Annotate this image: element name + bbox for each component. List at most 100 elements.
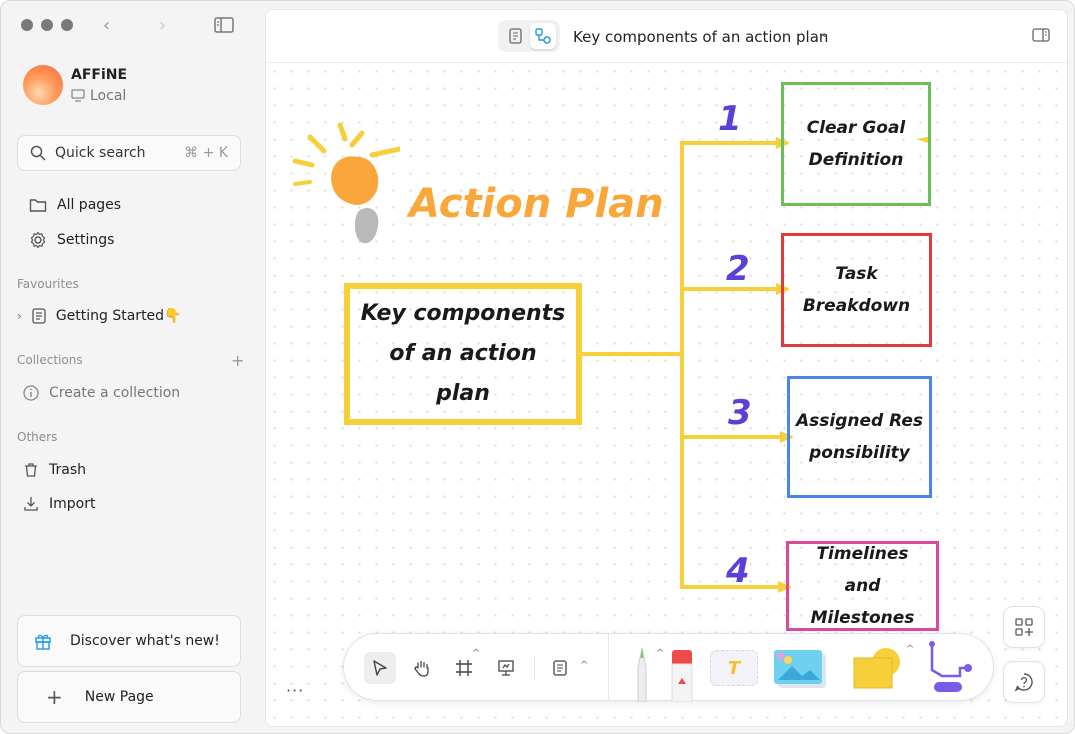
trash-icon bbox=[25, 463, 37, 477]
pointer-icon bbox=[373, 660, 387, 676]
gear-icon bbox=[30, 231, 46, 249]
app-window: ‹ › AFFiNE Local Quick search ⌘ + K All … bbox=[0, 0, 1075, 734]
branch-node-label: Timelines and Milestones bbox=[810, 544, 915, 628]
sidebar-item-import[interactable]: Import bbox=[23, 496, 95, 512]
chevron-right-icon[interactable]: › bbox=[17, 309, 22, 323]
sidebar-item-label: Settings bbox=[57, 232, 115, 248]
document-title[interactable]: Key components of an action plan bbox=[573, 28, 828, 46]
gift-icon bbox=[35, 634, 51, 650]
pen-tool[interactable] bbox=[630, 644, 654, 702]
presentation-tool[interactable] bbox=[492, 654, 520, 682]
add-collection-icon[interactable]: + bbox=[231, 351, 244, 370]
quick-search-label: Quick search bbox=[55, 145, 146, 161]
edgeless-mode-icon bbox=[535, 28, 551, 44]
eraser-tool[interactable] bbox=[670, 650, 694, 702]
new-page-label: New Page bbox=[84, 689, 154, 705]
page-mode-icon bbox=[509, 28, 522, 44]
computer-icon bbox=[71, 89, 85, 102]
new-page-button[interactable]: + New Page bbox=[17, 671, 241, 723]
chevron-down-icon[interactable]: ⌄ bbox=[819, 26, 830, 41]
favourites-heading: Favourites bbox=[17, 277, 79, 291]
close-window-button[interactable] bbox=[21, 19, 33, 31]
select-tool[interactable] bbox=[364, 652, 396, 684]
create-collection-button[interactable]: Create a collection bbox=[23, 385, 180, 401]
minimize-window-button[interactable] bbox=[41, 19, 53, 31]
workspace-avatar bbox=[23, 65, 63, 105]
workspace-switcher[interactable]: AFFiNE Local bbox=[23, 65, 127, 105]
root-node[interactable]: Key components of an action plan bbox=[344, 283, 582, 425]
sidebar-item-trash[interactable]: Trash bbox=[23, 462, 86, 478]
toolbar-divider bbox=[534, 656, 535, 680]
workspace-type: Local bbox=[90, 87, 127, 104]
zoom-window-button[interactable] bbox=[61, 19, 73, 31]
chevron-up-icon[interactable]: ^ bbox=[656, 648, 664, 659]
note-tool[interactable] bbox=[546, 654, 574, 682]
branch-number-3: 3 bbox=[728, 393, 752, 433]
workspace-name: AFFiNE bbox=[71, 66, 128, 83]
search-icon bbox=[30, 145, 46, 161]
sidebar-item-label: Create a collection bbox=[49, 385, 181, 401]
help-button[interactable] bbox=[1003, 661, 1045, 703]
editor-pane: Key components of an action plan ⌄ Actio… bbox=[265, 9, 1068, 727]
sidebar-item-label: Trash bbox=[49, 462, 86, 478]
toolbar-divider bbox=[608, 634, 609, 702]
edgeless-toolbar: ^ ^ ^ T ^ bbox=[343, 633, 994, 702]
hand-tool[interactable] bbox=[408, 654, 436, 682]
presentation-icon bbox=[498, 660, 514, 676]
help-icon bbox=[1014, 673, 1033, 692]
collections-heading: Collections bbox=[17, 353, 83, 367]
page-icon bbox=[32, 308, 46, 324]
sidebar: ‹ › AFFiNE Local Quick search ⌘ + K All … bbox=[1, 1, 257, 733]
sidebar-item-all-pages[interactable]: All pages bbox=[29, 197, 121, 213]
chevron-up-icon[interactable]: ^ bbox=[906, 644, 914, 655]
edgeless-canvas[interactable]: Action Plan Key components of an action … bbox=[266, 63, 1067, 726]
discover-whats-new-button[interactable]: Discover what's new! bbox=[17, 615, 241, 667]
window-controls bbox=[21, 19, 73, 31]
chevron-up-icon[interactable]: ^ bbox=[580, 660, 588, 671]
sidebar-item-label: Getting Started👇 bbox=[55, 308, 182, 324]
discover-label: Discover what's new! bbox=[70, 633, 220, 649]
branch-node-label: Clear Goal Definition bbox=[806, 118, 906, 170]
others-heading: Others bbox=[17, 430, 58, 444]
forward-arrow-icon[interactable]: › bbox=[159, 15, 166, 36]
import-icon bbox=[24, 497, 38, 511]
sidebar-item-getting-started[interactable]: › Getting Started👇 bbox=[17, 308, 181, 324]
branch-number-1: 1 bbox=[718, 99, 742, 139]
shape-tool[interactable] bbox=[848, 644, 904, 692]
more-options-icon[interactable]: ··· bbox=[286, 681, 304, 700]
branch-node-label: Assigned Responsibility bbox=[796, 411, 924, 463]
grid-plus-icon bbox=[1015, 618, 1033, 636]
branch-number-4: 4 bbox=[726, 551, 750, 591]
page-mode-button[interactable] bbox=[502, 23, 528, 49]
sidebar-item-label: Import bbox=[49, 496, 96, 512]
toggle-sidebar-icon[interactable] bbox=[214, 17, 234, 33]
note-icon bbox=[553, 660, 567, 676]
toggle-right-panel-icon[interactable] bbox=[1032, 28, 1050, 42]
quick-search-shortcut: ⌘ + K bbox=[184, 145, 228, 161]
quick-search-button[interactable]: Quick search ⌘ + K bbox=[17, 135, 241, 171]
image-tool[interactable] bbox=[774, 648, 828, 690]
branch-number-2: 2 bbox=[726, 249, 750, 289]
mode-switch bbox=[498, 20, 560, 52]
folder-icon bbox=[29, 199, 47, 212]
sidebar-item-label: All pages bbox=[57, 197, 122, 213]
root-node-label: Key components of an action plan bbox=[360, 301, 566, 406]
header-bar: Key components of an action plan ⌄ bbox=[266, 10, 1067, 63]
info-icon bbox=[23, 385, 39, 401]
add-block-button[interactable] bbox=[1003, 606, 1045, 648]
edgeless-mode-button[interactable] bbox=[530, 23, 556, 49]
branch-node-1[interactable]: Clear Goal Definition bbox=[781, 82, 931, 206]
sidebar-item-settings[interactable]: Settings bbox=[29, 231, 114, 249]
branch-node-4[interactable]: Timelines and Milestones bbox=[786, 541, 939, 631]
hand-icon bbox=[414, 660, 429, 677]
branch-node-3[interactable]: Assigned Responsibility bbox=[787, 376, 932, 498]
text-tool[interactable]: T bbox=[710, 650, 758, 686]
text-tool-label: T bbox=[727, 657, 741, 679]
chevron-up-icon[interactable]: ^ bbox=[472, 648, 480, 659]
frame-icon bbox=[456, 660, 472, 676]
branch-node-2[interactable]: Task Breakdown bbox=[781, 233, 932, 347]
plus-icon: + bbox=[46, 685, 63, 709]
back-arrow-icon[interactable]: ‹ bbox=[103, 15, 110, 36]
connector-tool[interactable] bbox=[924, 640, 974, 696]
branch-node-label: Task Breakdown bbox=[802, 264, 911, 316]
